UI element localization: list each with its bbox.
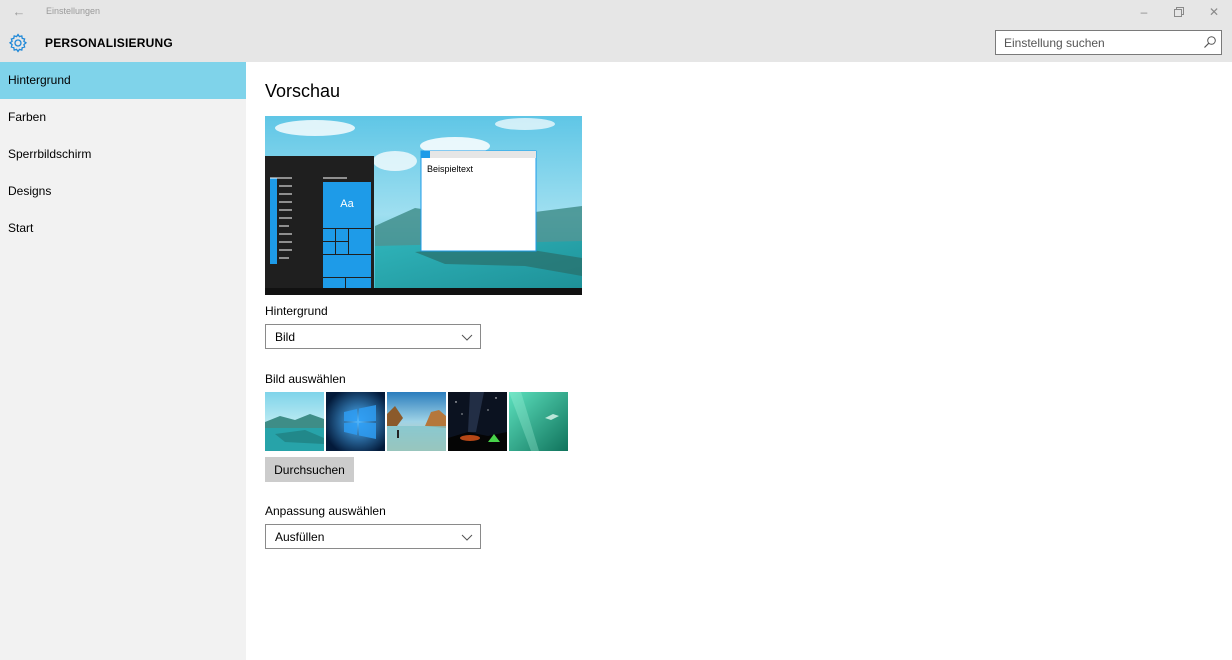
fit-label: Anpassung auswählen: [265, 504, 386, 518]
search-input[interactable]: [996, 31, 1196, 54]
fit-value: Ausfüllen: [275, 530, 325, 544]
gear-icon: [8, 33, 28, 53]
back-arrow-icon[interactable]: ←: [10, 4, 28, 20]
background-dropdown[interactable]: Bild: [265, 324, 481, 349]
thumbnail-windows-logo-blue[interactable]: [326, 392, 385, 451]
page-title: PERSONALISIERUNG: [45, 36, 173, 50]
choose-picture-label: Bild auswählen: [265, 372, 346, 386]
page-header: PERSONALISIERUNG: [0, 24, 1232, 62]
fit-dropdown[interactable]: Ausfüllen: [265, 524, 481, 549]
chevron-down-icon: [461, 534, 473, 541]
main-content: Vorschau Aa Beispieltext Hintergrund Bil…: [246, 62, 1232, 660]
chevron-down-icon: [461, 334, 473, 341]
restore-icon[interactable]: [1162, 0, 1196, 24]
desktop-preview: Aa Beispieltext: [265, 116, 582, 295]
title-bar: ← Einstellungen – ✕: [0, 0, 1232, 24]
sidebar-item-start[interactable]: Start: [0, 210, 246, 247]
preview-tile-text: Aa: [340, 198, 354, 210]
thumbnail-beach-rocks[interactable]: [387, 392, 446, 451]
search-icon[interactable]: [1203, 35, 1217, 49]
thumbnail-night-sky-tent[interactable]: [448, 392, 507, 451]
close-icon[interactable]: ✕: [1197, 0, 1231, 24]
preview-sample-text: Beispieltext: [427, 164, 474, 174]
thumbnail-lake-landscape[interactable]: [265, 392, 324, 451]
sidebar-item-farben[interactable]: Farben: [0, 99, 246, 136]
minimize-icon[interactable]: –: [1127, 0, 1161, 24]
sidebar: Hintergrund Farben Sperrbildschirm Desig…: [0, 62, 246, 660]
preview-heading: Vorschau: [265, 81, 341, 101]
background-label: Hintergrund: [265, 304, 328, 318]
browse-button[interactable]: Durchsuchen: [265, 457, 354, 482]
sidebar-item-sperrbildschirm[interactable]: Sperrbildschirm: [0, 136, 246, 173]
sidebar-item-hintergrund[interactable]: Hintergrund: [0, 62, 246, 99]
window-title: Einstellungen: [46, 6, 101, 16]
thumbnail-underwater-swimmer[interactable]: [509, 392, 568, 451]
background-value: Bild: [275, 330, 296, 344]
sidebar-item-designs[interactable]: Designs: [0, 173, 246, 210]
search-box[interactable]: [995, 30, 1222, 55]
